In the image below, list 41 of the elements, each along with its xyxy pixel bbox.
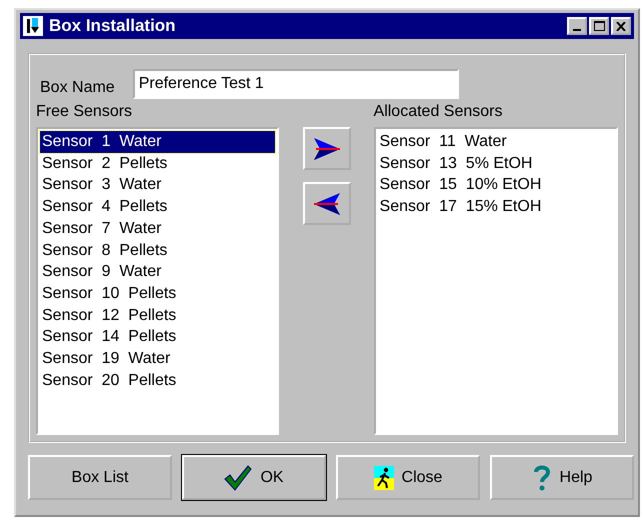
- sensor-item[interactable]: Sensor 10 Pellets: [40, 282, 276, 305]
- sensor-item[interactable]: Sensor 15 10% EtOH: [378, 174, 614, 196]
- minimize-button[interactable]: [567, 17, 587, 35]
- maximize-icon: [594, 21, 604, 31]
- box-name-label: Box Name: [40, 79, 115, 98]
- sensor-item[interactable]: Sensor 20 Pellets: [40, 370, 276, 392]
- sensor-item[interactable]: Sensor 8 Pellets: [40, 240, 276, 262]
- sensor-item[interactable]: Sensor 7 Water: [40, 218, 276, 240]
- sensor-item[interactable]: Sensor 14 Pellets: [40, 326, 276, 348]
- window-title: Box Installation: [49, 16, 177, 36]
- checkmark-icon: [224, 464, 252, 490]
- sensor-item[interactable]: Sensor 19 Water: [40, 348, 276, 370]
- dialog-button[interactable]: Close: [336, 455, 480, 500]
- close-icon: [616, 22, 626, 30]
- allocate-button[interactable]: [302, 127, 350, 170]
- sensor-item[interactable]: Sensor 17 15% EtOH: [378, 196, 614, 218]
- list-label: Free Sensors: [36, 103, 134, 121]
- minimize-icon: [573, 29, 581, 31]
- maximize-button[interactable]: [589, 17, 609, 35]
- sensor-item[interactable]: Sensor 4 Pellets: [40, 196, 276, 218]
- sensor-item[interactable]: Sensor 9 Water: [40, 261, 276, 283]
- sensor-item[interactable]: Sensor 2 Pellets: [40, 152, 276, 174]
- right-arrow-icon: [312, 136, 342, 160]
- sensor-item[interactable]: Sensor 13 5% EtOH: [378, 152, 614, 174]
- sensor-item[interactable]: Sensor 1 Water: [40, 131, 276, 153]
- sensor-list[interactable]: Sensor 1 Water Sensor 2 Pellets Sensor 3 Water Sensor 4 Pellets Sensor 7 Water Sensor 8 Pellets Sensor 9 Water Sensor 10 Pellets Sensor 12 Pellets Sensor 14 Pellets Sensor 19 Water Sensor 20 Pellets: [36, 127, 280, 435]
- sensor-item[interactable]: Sensor 3 Water: [40, 174, 276, 196]
- dialog-button[interactable]: Box List: [28, 455, 172, 500]
- dialog-button[interactable]: Help: [490, 455, 634, 500]
- left-arrow-icon: [312, 192, 342, 216]
- list-label: Allocated Sensors: [374, 103, 504, 121]
- app-icon: [23, 16, 43, 36]
- sensor-item[interactable]: Sensor 12 Pellets: [40, 304, 276, 326]
- sensor-item[interactable]: Sensor 11 Water: [378, 131, 614, 153]
- dialog-button[interactable]: OK: [182, 455, 326, 500]
- box-name-field[interactable]: Preference Test 1: [132, 69, 459, 99]
- walking-figure-icon: [374, 466, 394, 490]
- sensor-list[interactable]: Sensor 11 Water Sensor 13 5% EtOH Sensor 15 10% EtOH Sensor 17 15% EtOH: [374, 127, 618, 435]
- free-button[interactable]: [302, 182, 350, 225]
- question-mark-icon: [532, 464, 552, 492]
- close-button[interactable]: [611, 17, 631, 35]
